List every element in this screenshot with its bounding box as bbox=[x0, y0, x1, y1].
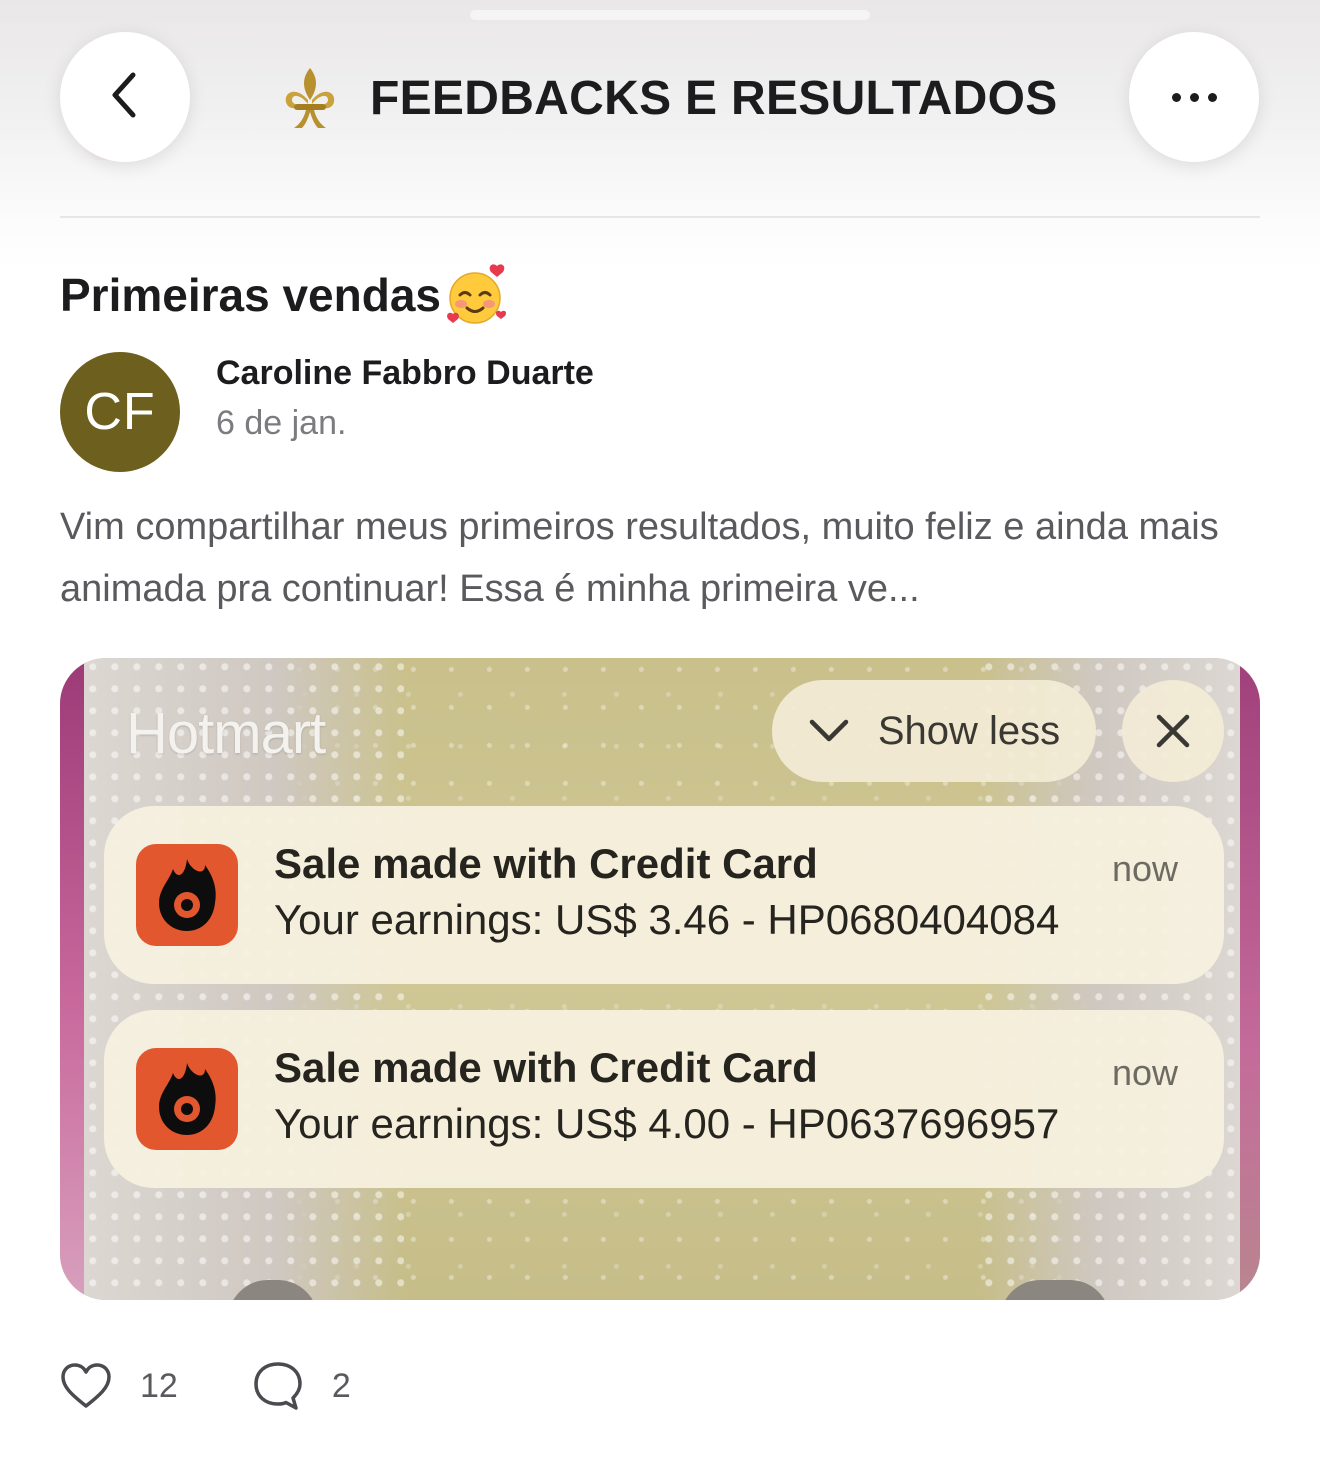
page-title: FEEDBACKS E RESULTADOS bbox=[370, 71, 1058, 125]
notification-time: now bbox=[1111, 1052, 1178, 1093]
heart-icon bbox=[60, 1362, 112, 1410]
comment-count: 2 bbox=[331, 1366, 351, 1405]
notification-app-name: Hotmart bbox=[126, 701, 326, 766]
author-name[interactable]: Caroline Fabbro Duarte bbox=[216, 354, 594, 393]
notification-card: Sale made with Credit Card now Your earn… bbox=[104, 1010, 1224, 1188]
avatar-initials: CF bbox=[84, 383, 156, 441]
notification-card: Sale made with Credit Card now Your earn… bbox=[104, 806, 1224, 984]
hotmart-flame-icon bbox=[136, 1048, 238, 1150]
show-less-pill: Show less bbox=[772, 680, 1096, 782]
post-body-text[interactable]: Vim compartilhar meus primeiros resultad… bbox=[60, 496, 1260, 620]
close-icon bbox=[1122, 680, 1224, 782]
more-options-button[interactable] bbox=[1129, 32, 1259, 162]
image-background-pink-right bbox=[1240, 658, 1260, 1300]
notification-title: Sale made with Credit Card bbox=[274, 1044, 818, 1091]
post-title-text: Primeiras vendas bbox=[60, 269, 442, 321]
ellipsis-icon bbox=[1171, 92, 1217, 102]
avatar[interactable]: CF bbox=[60, 352, 180, 472]
comment-button[interactable]: 2 bbox=[252, 1360, 351, 1412]
notification-title: Sale made with Credit Card bbox=[274, 840, 818, 887]
header-divider bbox=[60, 216, 1260, 218]
notification-time: now bbox=[1111, 848, 1178, 889]
notification-body: Your earnings: US$ 4.00 - HP0637696957 bbox=[274, 1100, 1060, 1147]
notification-body: Your earnings: US$ 3.46 - HP0680404084 bbox=[274, 896, 1060, 943]
post-image[interactable]: Hotmart Show less Sale made with Credit … bbox=[60, 658, 1260, 1300]
fleur-de-lis-icon bbox=[280, 66, 340, 130]
show-less-label: Show less bbox=[877, 708, 1061, 753]
chevron-down-icon bbox=[808, 717, 850, 745]
like-button[interactable]: 12 bbox=[60, 1362, 178, 1410]
like-count: 12 bbox=[140, 1366, 178, 1405]
comment-bubble-icon bbox=[252, 1360, 304, 1412]
post-title: Primeiras vendas bbox=[60, 262, 509, 328]
post-actions: 12 2 bbox=[60, 1356, 351, 1416]
back-button[interactable] bbox=[60, 32, 190, 162]
chevron-left-icon bbox=[105, 71, 145, 124]
image-background-pink-left bbox=[60, 658, 86, 1300]
hotmart-flame-icon bbox=[136, 844, 238, 946]
post-date: 6 de jan. bbox=[216, 404, 347, 442]
blurred-background-line bbox=[470, 10, 870, 20]
header-title-group: FEEDBACKS E RESULTADOS bbox=[280, 60, 1080, 136]
smiling-face-with-hearts-icon bbox=[443, 262, 509, 328]
